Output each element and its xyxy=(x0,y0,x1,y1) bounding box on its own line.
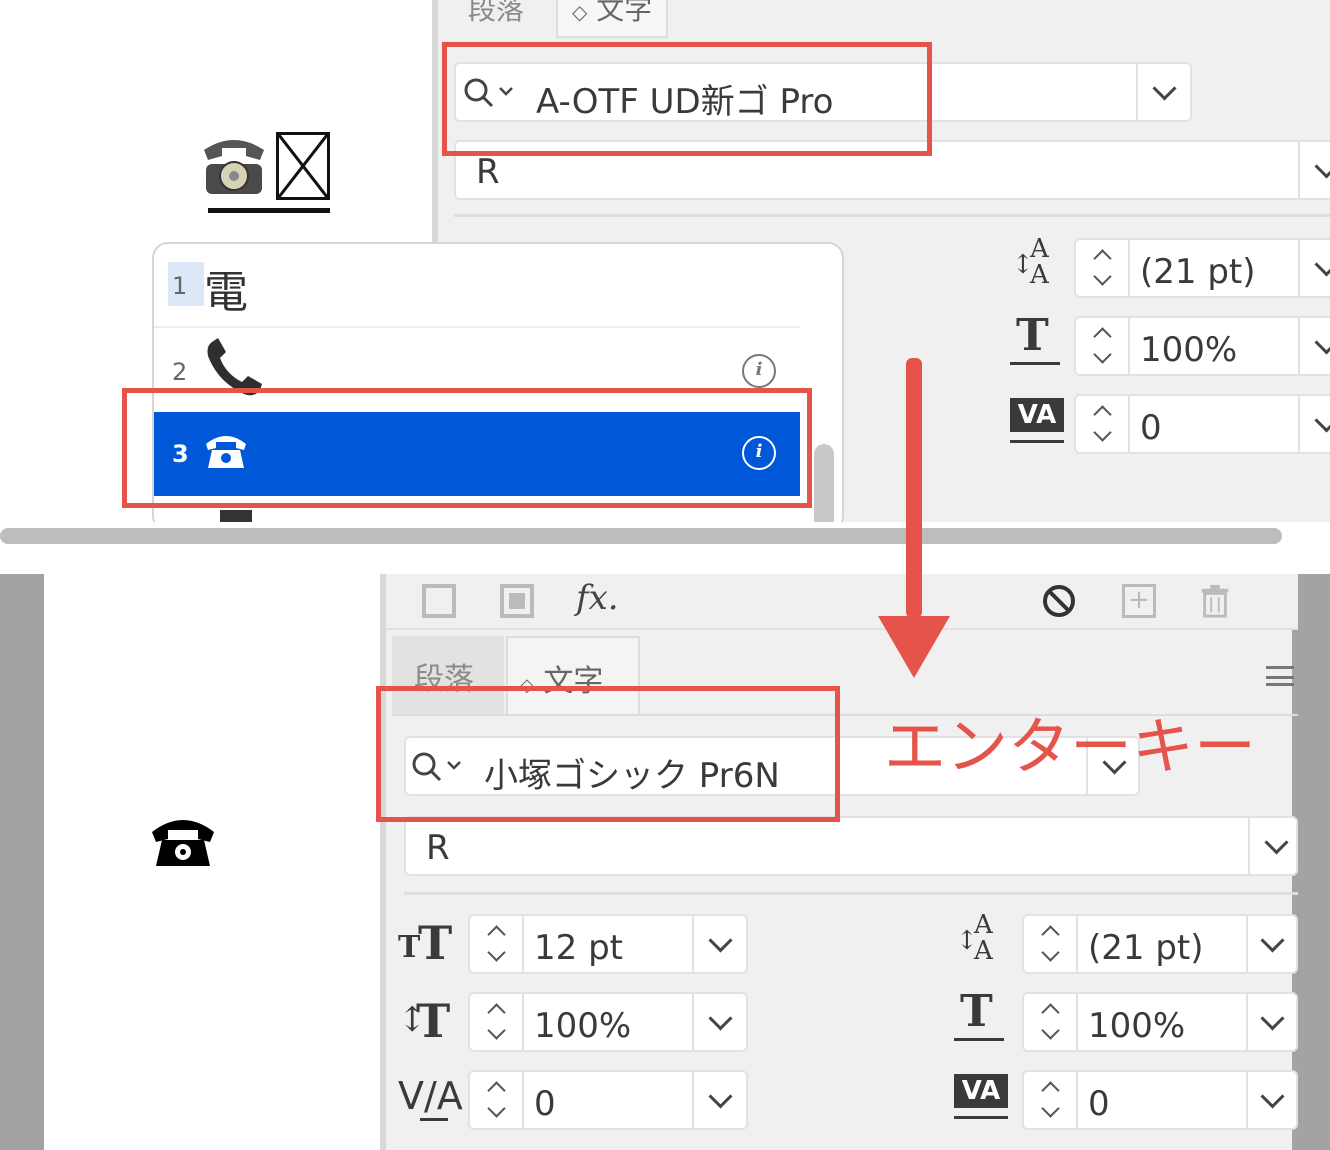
kerning-stepper[interactable] xyxy=(470,1072,524,1128)
vertical-scale-dropdown[interactable] xyxy=(692,994,750,1050)
down-arrow-icon xyxy=(906,358,922,618)
kerning-value: 0 xyxy=(534,1084,556,1124)
font-style-value: R xyxy=(476,152,500,192)
leading-value: (21 pt) xyxy=(1140,252,1256,292)
highlight-selected-glyph xyxy=(122,388,812,508)
font-size-dropdown[interactable] xyxy=(692,916,750,972)
vertical-scale-field[interactable]: 100% xyxy=(468,992,748,1052)
info-icon[interactable]: i xyxy=(742,354,776,388)
leading-dropdown[interactable] xyxy=(1246,916,1300,972)
vertical-scale-icon: ↕ T xyxy=(398,994,451,1048)
horizontal-scale-icon: T xyxy=(1010,310,1064,374)
kerning-field[interactable]: 0 xyxy=(468,1070,748,1130)
font-style-dropdown[interactable] xyxy=(1248,818,1306,874)
font-style-dropdown[interactable] xyxy=(1298,142,1330,198)
font-family-dropdown[interactable] xyxy=(1136,64,1192,120)
leading-value: (21 pt) xyxy=(1088,928,1204,968)
list-item-number: 2 xyxy=(172,358,188,386)
horizontal-scale-field[interactable]: 100% xyxy=(1074,316,1330,376)
telephone-icon xyxy=(202,130,266,200)
filled-square-icon[interactable] xyxy=(500,584,534,618)
leading-dropdown[interactable] xyxy=(1298,240,1330,296)
kerning-icon: V/A xyxy=(398,1074,463,1130)
leading-stepper[interactable] xyxy=(1076,240,1130,296)
font-size-value: 12 pt xyxy=(534,928,623,968)
font-style-value: R xyxy=(426,828,450,868)
chevron-down-icon xyxy=(1152,76,1177,101)
missing-glyph-icon xyxy=(276,132,330,200)
horizontal-scale-icon: T xyxy=(954,986,1008,1050)
horizontal-scrollbar[interactable] xyxy=(0,528,1282,544)
font-size-stepper[interactable] xyxy=(470,916,524,972)
enter-key-annotation: エンターキー xyxy=(884,710,1257,783)
chevron-down-icon xyxy=(1260,928,1285,953)
font-size-field[interactable]: 12 pt xyxy=(468,914,748,974)
tracking-field[interactable]: 0 xyxy=(1074,394,1330,454)
square-icon[interactable] xyxy=(422,584,456,618)
chevron-down-icon xyxy=(1314,330,1330,355)
leading-icon: A A ↕ xyxy=(1012,234,1049,290)
tracking-dropdown[interactable] xyxy=(1298,396,1330,452)
horizontal-scale-dropdown[interactable] xyxy=(1246,994,1300,1050)
tracking-stepper[interactable] xyxy=(1076,396,1130,452)
tracking-stepper[interactable] xyxy=(1024,1072,1078,1128)
document-canvas xyxy=(44,574,380,1150)
chevron-down-icon xyxy=(1260,1084,1285,1109)
kerning-dropdown[interactable] xyxy=(692,1072,750,1128)
vertical-scale-value: 100% xyxy=(534,1006,632,1046)
scrollbar[interactable] xyxy=(814,444,834,522)
add-icon[interactable]: + xyxy=(1122,584,1156,618)
leading-icon: A A ↕ xyxy=(956,910,993,966)
tracking-value: 0 xyxy=(1140,408,1162,448)
horizontal-scale-stepper[interactable] xyxy=(1024,994,1078,1050)
tracking-icon: VA xyxy=(954,1074,1010,1124)
leading-field[interactable]: (21 pt) xyxy=(1022,914,1298,974)
font-style-field[interactable]: R xyxy=(404,816,1298,876)
horizontal-scale-value: 100% xyxy=(1088,1006,1186,1046)
divider xyxy=(404,892,1298,895)
top-screenshot: 段落 ◇ 文字 A-OTF UD新ゴ Pro R A A ↕ (21 pt) T… xyxy=(0,0,1330,522)
arrow-head-icon xyxy=(878,616,950,678)
list-item[interactable]: 1 電 xyxy=(154,244,800,328)
highlight-font-family-result xyxy=(376,686,840,822)
leading-field[interactable]: (21 pt) xyxy=(1074,238,1330,298)
fx-icon[interactable]: fx. xyxy=(576,578,626,618)
tab-paragraph[interactable]: 段落 xyxy=(454,0,538,38)
chevron-down-icon xyxy=(1260,1006,1285,1031)
panel-menu-icon[interactable] xyxy=(1266,666,1294,686)
horizontal-scale-value: 100% xyxy=(1140,330,1238,370)
horizontal-scale-stepper[interactable] xyxy=(1076,318,1130,374)
tracking-icon: VA xyxy=(1010,398,1066,448)
horizontal-scale-field[interactable]: 100% xyxy=(1022,992,1298,1052)
telephone-icon xyxy=(152,820,214,866)
chevron-down-icon xyxy=(1264,830,1289,855)
chevron-down-icon xyxy=(708,1084,733,1109)
chevron-down-icon xyxy=(708,1006,733,1031)
chevron-down-icon xyxy=(1314,408,1330,433)
chevron-down-icon xyxy=(708,928,733,953)
highlight-font-family xyxy=(442,42,932,156)
bottom-screenshot: fx. + 段落 ◇ 文字 小塚ゴシック Pr6N R T T 12 pt ↕ … xyxy=(0,574,1330,1150)
horizontal-scale-dropdown[interactable] xyxy=(1298,318,1330,374)
vertical-scale-stepper[interactable] xyxy=(470,994,524,1050)
panel-toolbar: fx. + xyxy=(386,574,1298,630)
tracking-dropdown[interactable] xyxy=(1246,1072,1300,1128)
list-item-number: 1 xyxy=(172,272,188,300)
no-symbol-icon[interactable] xyxy=(1042,584,1076,618)
chevron-icon: ◇ xyxy=(572,0,588,24)
tab-character[interactable]: ◇ 文字 xyxy=(556,0,669,38)
chevron-down-icon xyxy=(1314,252,1330,277)
next-glyph-partial xyxy=(220,510,252,522)
text-baseline xyxy=(208,208,330,213)
tracking-value: 0 xyxy=(1088,1084,1110,1124)
font-size-icon: T T xyxy=(398,916,453,970)
character-panel: fx. + 段落 ◇ 文字 小塚ゴシック Pr6N R T T 12 pt ↕ … xyxy=(380,574,1298,1150)
leading-stepper[interactable] xyxy=(1024,916,1078,972)
divider xyxy=(454,214,1330,217)
tab-character-label: 文字 xyxy=(596,0,653,26)
tracking-field[interactable]: 0 xyxy=(1022,1070,1298,1130)
list-item-glyph: 電 xyxy=(204,267,248,318)
chevron-down-icon xyxy=(1314,154,1330,179)
trash-icon[interactable] xyxy=(1198,584,1232,618)
